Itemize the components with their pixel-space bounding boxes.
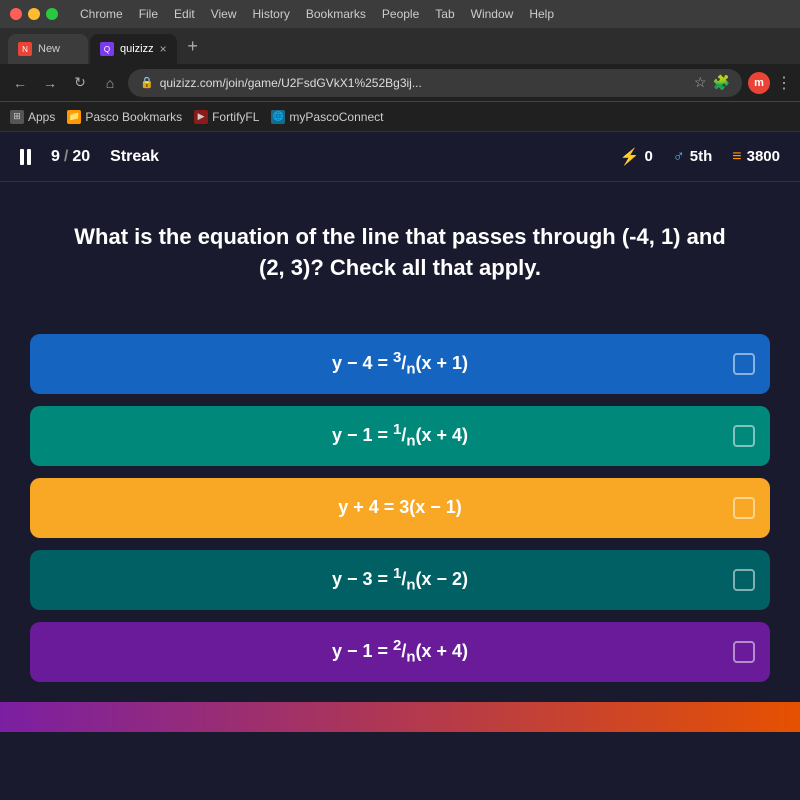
question-current: 9 [51, 148, 60, 166]
menu-file[interactable]: File [133, 7, 164, 21]
answer-2-text: y − 1 = 1/n(x + 4) [332, 421, 468, 450]
minimize-window-btn[interactable] [28, 8, 40, 20]
bookmark-mypasco-label: myPascoConnect [289, 110, 383, 124]
answer-4[interactable]: y − 3 = 1/n(x − 2) [30, 550, 770, 610]
bookmark-pasco[interactable]: 📁 Pasco Bookmarks [67, 110, 182, 124]
lightning-value: 0 [644, 148, 652, 165]
bookmark-apps[interactable]: ⊞ Apps [10, 110, 55, 124]
menu-help[interactable]: Help [523, 7, 560, 21]
pause-bar-2 [27, 149, 31, 165]
pause-bar-1 [20, 149, 24, 165]
question-text: What is the equation of the line that pa… [60, 222, 740, 284]
tab-new[interactable]: N New [8, 34, 88, 64]
menu-chrome[interactable]: Chrome [74, 7, 129, 21]
tab-favicon-new: N [18, 42, 32, 56]
lock-icon: 🔒 [140, 76, 154, 89]
pause-button[interactable] [20, 149, 31, 165]
answer-3-text: y + 4 = 3(x − 1) [338, 497, 462, 518]
answer-1-text: y − 4 = 3/n(x + 1) [332, 349, 468, 378]
question-total: 20 [72, 148, 90, 166]
menu-history[interactable]: History [247, 7, 296, 21]
bottom-decoration [0, 702, 800, 732]
more-options-button[interactable]: ⋮ [776, 73, 792, 93]
tab-quizizz[interactable]: Q quizizz × [90, 34, 177, 64]
forward-button[interactable]: → [38, 71, 62, 95]
extensions-icon[interactable]: 🧩 [713, 74, 730, 91]
rank-value: 5th [690, 148, 713, 165]
menu-view[interactable]: View [205, 7, 243, 21]
answer-4-checkbox [733, 569, 755, 591]
progress-slash: / [64, 148, 68, 166]
mypasco-icon: 🌐 [271, 110, 285, 124]
menu-edit[interactable]: Edit [168, 7, 201, 21]
answer-1[interactable]: y − 4 = 3/n(x + 1) [30, 334, 770, 394]
tab-bar: N New Q quizizz × + [0, 28, 800, 64]
answers-area: y − 4 = 3/n(x + 1) y − 1 = 1/n(x + 4) y … [0, 314, 800, 702]
bookmark-pasco-label: Pasco Bookmarks [85, 110, 182, 124]
game-header: 9 / 20 Streak ⚡ 0 ♂ 5th ≡ 3800 [0, 132, 800, 182]
answer-1-checkbox [733, 353, 755, 375]
close-window-btn[interactable] [10, 8, 22, 20]
apps-icon: ⊞ [10, 110, 24, 124]
new-tab-button[interactable]: + [179, 32, 207, 60]
answer-5-text: y − 1 = 2/n(x + 4) [332, 637, 468, 666]
coins-stat: ≡ 3800 [732, 148, 780, 166]
back-button[interactable]: ← [8, 71, 32, 95]
answer-3[interactable]: y + 4 = 3(x − 1) [30, 478, 770, 538]
answer-5-checkbox [733, 641, 755, 663]
answer-5[interactable]: y − 1 = 2/n(x + 4) [30, 622, 770, 682]
tab-label-quizizz: quizizz [120, 43, 154, 55]
tab-close-btn[interactable]: × [160, 42, 167, 56]
answer-4-text: y − 3 = 1/n(x − 2) [332, 565, 468, 594]
refresh-button[interactable]: ↻ [68, 71, 92, 95]
bookmark-mypasco[interactable]: 🌐 myPascoConnect [271, 110, 383, 124]
lightning-stat: ⚡ 0 [620, 147, 653, 167]
rank-icon: ♂ [673, 148, 685, 166]
nav-bar: ← → ↻ ⌂ 🔒 quizizz.com/join/game/U2FsdGVk… [0, 64, 800, 102]
pasco-folder-icon: 📁 [67, 110, 81, 124]
answer-2[interactable]: y − 1 = 1/n(x + 4) [30, 406, 770, 466]
home-button[interactable]: ⌂ [98, 71, 122, 95]
maximize-window-btn[interactable] [46, 8, 58, 20]
answer-3-checkbox [733, 497, 755, 519]
bookmark-star-icon[interactable]: ☆ [694, 74, 707, 91]
menu-window[interactable]: Window [465, 7, 520, 21]
lightning-icon: ⚡ [620, 147, 640, 167]
bookmark-apps-label: Apps [28, 110, 55, 124]
question-progress: 9 / 20 [51, 148, 90, 166]
profile-avatar[interactable]: m [748, 72, 770, 94]
coins-value: 3800 [747, 148, 780, 165]
address-bar[interactable]: 🔒 quizizz.com/join/game/U2FsdGVkX1%252Bg… [128, 69, 742, 97]
bookmarks-bar: ⊞ Apps 📁 Pasco Bookmarks ▶ FortifyFL 🌐 m… [0, 102, 800, 132]
bookmark-fortify-label: FortifyFL [212, 110, 259, 124]
tab-label-new: New [38, 43, 60, 55]
fortify-icon: ▶ [194, 110, 208, 124]
coins-icon: ≡ [732, 148, 741, 166]
bookmark-fortifyfl[interactable]: ▶ FortifyFL [194, 110, 259, 124]
question-area: What is the equation of the line that pa… [0, 182, 800, 314]
address-text: quizizz.com/join/game/U2FsdGVkX1%252Bg3i… [160, 76, 688, 90]
menu-tab[interactable]: Tab [429, 7, 460, 21]
menu-people[interactable]: People [376, 7, 425, 21]
streak-label: Streak [110, 148, 159, 166]
rank-stat: ♂ 5th [673, 148, 713, 166]
answer-2-checkbox [733, 425, 755, 447]
title-bar: Chrome File Edit View History Bookmarks … [0, 0, 800, 28]
menu-bookmarks[interactable]: Bookmarks [300, 7, 372, 21]
tab-favicon-quizizz: Q [100, 42, 114, 56]
